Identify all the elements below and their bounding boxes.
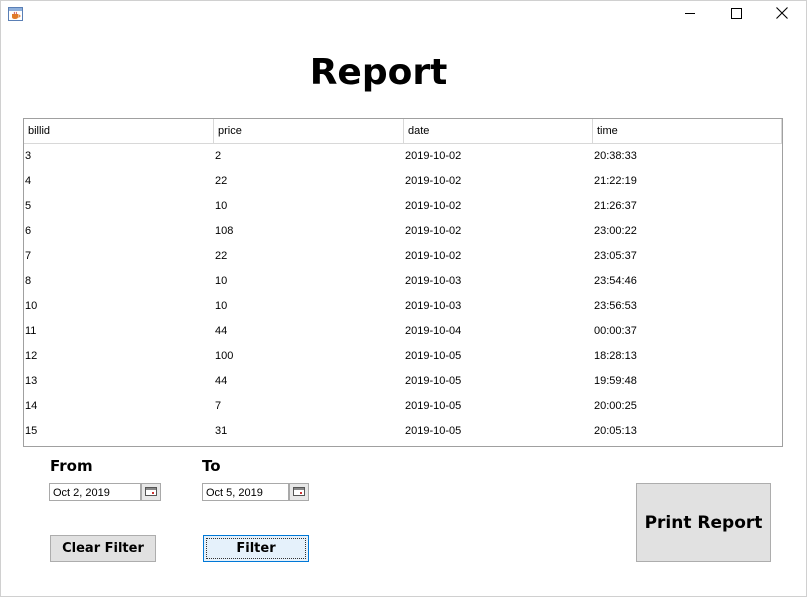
table-cell-price: 22 (215, 250, 228, 262)
table-cell-date: 2019-10-05 (405, 400, 462, 412)
table-cell-billid: 14 (25, 400, 38, 412)
table-cell-price: 44 (215, 375, 228, 387)
column-header-billid[interactable]: billid (24, 119, 214, 143)
table-cell-price: 7 (215, 400, 222, 412)
table-cell-billid: 10 (25, 300, 38, 312)
table-cell-price: 100 (215, 350, 234, 362)
table-cell-billid: 8 (25, 275, 32, 287)
table-cell-time: 20:38:33 (594, 150, 637, 162)
from-date-field[interactable]: Oct 2, 2019 (49, 483, 141, 501)
table-cell-date: 2019-10-05 (405, 425, 462, 437)
table-cell-time: 20:05:13 (594, 425, 637, 437)
table-cell-billid: 13 (25, 375, 38, 387)
table-cell-date: 2019-10-05 (405, 375, 462, 387)
column-header-time[interactable]: time (593, 119, 782, 143)
table-row[interactable]: 4 22 2019-10-02 21:22:19 (24, 169, 782, 194)
table-cell-date: 2019-10-04 (405, 325, 462, 337)
table-cell-date: 2019-10-02 (405, 200, 462, 212)
report-table[interactable]: billid price date time 3 2 2019-10-02 20:38… (23, 118, 783, 447)
table-cell-price: 10 (215, 275, 228, 287)
table-cell-time: 18:28:13 (594, 350, 637, 362)
table-cell-price: 10 (215, 300, 228, 312)
table-cell-price: 31 (215, 425, 228, 437)
minimize-icon (684, 6, 696, 24)
filter-button[interactable]: Filter (203, 535, 309, 562)
clear-filter-button[interactable]: Clear Filter (50, 535, 156, 562)
from-calendar-button[interactable] (141, 483, 161, 501)
close-icon (776, 6, 788, 24)
column-header-date[interactable]: date (404, 119, 593, 143)
maximize-button[interactable] (713, 0, 759, 29)
table-cell-date: 2019-10-02 (405, 150, 462, 162)
column-header-price[interactable]: price (214, 119, 404, 143)
table-cell-billid: 6 (25, 225, 32, 237)
table-cell-time: 21:26:37 (594, 200, 637, 212)
table-row[interactable]: 10 10 2019-10-03 23:56:53 (24, 294, 782, 319)
table-cell-price: 108 (215, 225, 234, 237)
table-cell-time: 23:56:53 (594, 300, 637, 312)
table-cell-time: 23:54:46 (594, 275, 637, 287)
table-cell-time: 20:00:25 (594, 400, 637, 412)
table-cell-date: 2019-10-05 (405, 350, 462, 362)
table-row[interactable]: 15 31 2019-10-05 20:05:13 (24, 419, 782, 444)
table-row[interactable]: 7 22 2019-10-02 23:05:37 (24, 244, 782, 269)
table-cell-time: 23:00:22 (594, 225, 637, 237)
table-row[interactable]: 6 108 2019-10-02 23:00:22 (24, 219, 782, 244)
table-cell-price: 2 (215, 150, 222, 162)
page-title: Report (309, 52, 448, 93)
table-cell-time: 23:05:37 (594, 250, 637, 262)
table-row[interactable]: 5 10 2019-10-02 21:26:37 (24, 194, 782, 219)
to-date-field[interactable]: Oct 5, 2019 (202, 483, 289, 501)
table-header: billid price date time (24, 119, 782, 144)
table-row[interactable]: 14 7 2019-10-05 20:00:25 (24, 394, 782, 419)
table-cell-time: 00:00:37 (594, 325, 637, 337)
table-cell-billid: 15 (25, 425, 38, 437)
table-cell-billid: 12 (25, 350, 38, 362)
table-cell-date: 2019-10-03 (405, 300, 462, 312)
close-button[interactable] (759, 0, 805, 29)
to-label: To (202, 457, 221, 475)
table-cell-billid: 11 (25, 325, 37, 337)
java-cup-icon (8, 7, 24, 21)
table-cell-price: 44 (215, 325, 228, 337)
table-cell-billid: 5 (25, 200, 32, 212)
table-cell-date: 2019-10-02 (405, 250, 462, 262)
from-label: From (50, 457, 93, 475)
table-cell-time: 19:59:48 (594, 375, 637, 387)
table-cell-date: 2019-10-02 (405, 225, 462, 237)
print-report-button[interactable]: Print Report (636, 483, 771, 562)
table-cell-price: 10 (215, 200, 228, 212)
calendar-icon (145, 483, 157, 501)
table-row[interactable]: 13 44 2019-10-05 19:59:48 (24, 369, 782, 394)
table-row[interactable]: 3 2 2019-10-02 20:38:33 (24, 144, 782, 169)
table-cell-billid: 4 (25, 175, 32, 187)
table-cell-date: 2019-10-02 (405, 175, 462, 187)
to-calendar-button[interactable] (289, 483, 309, 501)
calendar-icon (293, 483, 305, 501)
table-row[interactable]: 8 10 2019-10-03 23:54:46 (24, 269, 782, 294)
table-cell-time: 21:22:19 (594, 175, 637, 187)
table-cell-billid: 7 (25, 250, 32, 262)
table-cell-date: 2019-10-03 (405, 275, 462, 287)
table-cell-price: 22 (215, 175, 228, 187)
maximize-icon (730, 6, 742, 24)
table-cell-billid: 3 (25, 150, 32, 162)
table-row[interactable]: 11 44 2019-10-04 00:00:37 (24, 319, 782, 344)
minimize-button[interactable] (667, 0, 713, 29)
table-row[interactable]: 12 100 2019-10-05 18:28:13 (24, 344, 782, 369)
